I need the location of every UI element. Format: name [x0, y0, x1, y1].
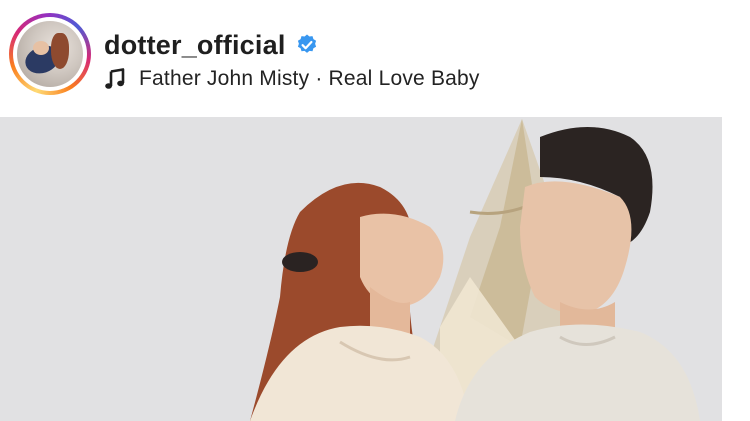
audio-row[interactable]: Father John Misty · Real Love Baby — [104, 64, 480, 94]
avatar-figure-face — [33, 41, 49, 55]
avatar-frame — [13, 17, 87, 91]
username[interactable]: dotter_official — [104, 30, 286, 61]
music-note-icon — [104, 68, 126, 90]
story-ring[interactable] — [9, 13, 91, 95]
post-photo-illustration — [0, 117, 722, 421]
avatar[interactable] — [17, 21, 83, 87]
post-header: dotter_official Father John Misty · Real… — [0, 0, 750, 112]
post-photo[interactable] — [0, 117, 722, 421]
avatar-figure-hair — [51, 33, 69, 69]
username-row: dotter_official — [104, 28, 319, 62]
verified-badge-icon — [295, 33, 319, 57]
audio-track-label: Father John Misty · Real Love Baby — [139, 67, 480, 90]
